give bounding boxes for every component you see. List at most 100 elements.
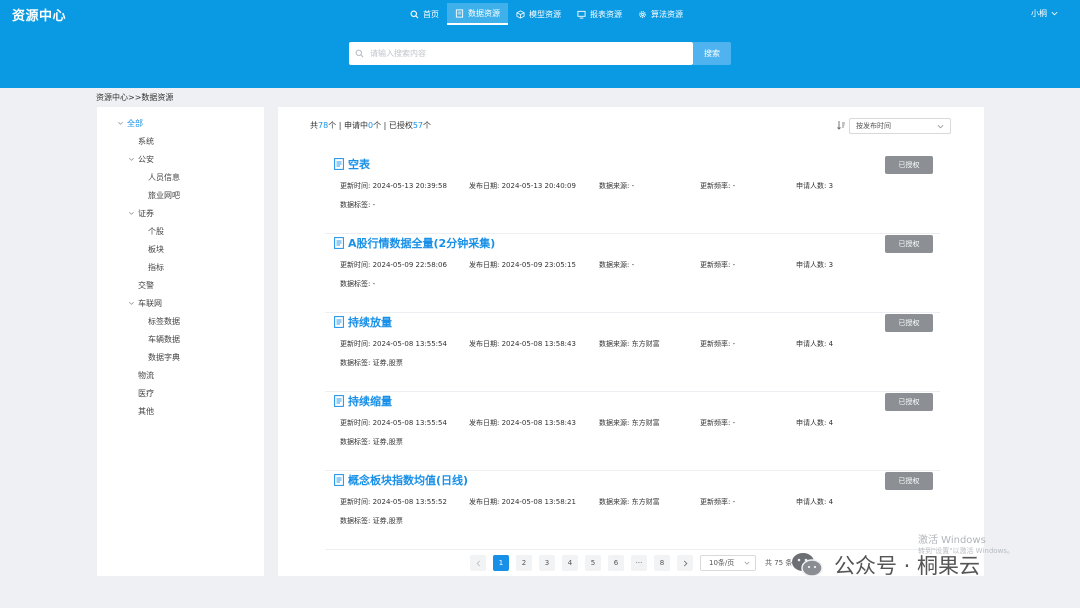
authorized-button[interactable]: 已授权 [885,235,933,253]
frequency-field: 更新频率: - [700,339,735,349]
tree-item-vehicle-data[interactable]: 车辆数据 [148,334,180,345]
tree-item-other[interactable]: 其他 [138,406,154,417]
applicants-value: 4 [828,498,834,506]
nav-label: 首页 [423,9,439,19]
main-nav: 首页 数据资源 模型资源 报表资源 算法资源 [402,3,691,25]
source-value: 东方财富 [631,419,660,427]
applicants-label: 申请人数: [796,182,827,190]
search-icon [355,49,364,58]
applicants-label: 申请人数: [796,498,827,506]
tree-item-securities[interactable]: 证券 [128,208,154,219]
tree-item-tag-data[interactable]: 标签数据 [148,316,180,327]
app-title: 资源中心 [12,9,67,24]
next-page-button[interactable] [677,555,693,571]
tree-label: 其他 [138,407,154,416]
tree-item-logistics[interactable]: 物流 [138,370,154,381]
nav-item-report-resources[interactable]: 报表资源 [569,3,630,25]
resource-title-link[interactable]: A股行情数据全量(2分钟采集) [334,235,495,251]
tags-value: 证券,股票 [372,517,403,525]
resource-item: 概念板块指数均值(日线) 已授权更新时间: 2024-05-08 13:55:52… [325,472,940,550]
tree-item-stocks[interactable]: 个股 [148,226,164,237]
frequency-value: - [732,498,736,506]
cube-icon [516,9,525,19]
page-button[interactable]: 4 [562,555,578,571]
updated-field: 更新时间: 2024-05-08 13:55:52 [340,497,447,507]
tree-item-all[interactable]: 全部 [117,118,143,129]
published-field: 发布日期: 2024-05-08 13:58:43 [469,339,576,349]
page-button[interactable]: 2 [516,555,532,571]
tags-label: 数据标签: [340,359,371,367]
chevron-down-icon [937,124,944,129]
resource-title-link[interactable]: 概念板块指数均值(日线) [334,472,468,488]
tree-label: 人员信息 [148,173,180,182]
applicants-value: 3 [828,261,834,269]
updated-label: 更新时间: [340,261,371,269]
source-value: 东方财富 [631,340,660,348]
prev-page-button[interactable] [470,555,486,571]
tree-item-public-security[interactable]: 公安 [128,154,154,165]
tree-item-traffic-police[interactable]: 交警 [138,280,154,291]
tree-item-hotel-netcafe[interactable]: 旅业网吧 [148,190,180,201]
resource-title-link[interactable]: 空表 [334,156,370,172]
source-value: - [631,182,635,190]
sort-icon[interactable] [836,120,846,130]
nav-item-data-resources[interactable]: 数据资源 [447,3,508,25]
page-button[interactable]: 6 [608,555,624,571]
caret-down-icon [129,211,134,215]
nav-item-model-resources[interactable]: 模型资源 [508,3,569,25]
tree-item-medical[interactable]: 医疗 [138,388,154,399]
authorized-button[interactable]: 已授权 [885,472,933,490]
resource-title-link[interactable]: 持续放量 [334,314,392,330]
wechat-watermark: 公众号 · 桐果云 [790,550,980,580]
page-button[interactable]: 1 [493,555,509,571]
tree-label: 全部 [127,119,143,128]
tree-label: 物流 [138,371,154,380]
tree-item-sectors[interactable]: 板块 [148,244,164,255]
applicants-value: 3 [828,182,834,190]
tree-item-system[interactable]: 系统 [138,136,154,147]
updated-value: 2024-05-08 13:55:54 [372,340,447,348]
published-value: 2024-05-08 13:58:43 [501,340,576,348]
tree-item-indicators[interactable]: 指标 [148,262,164,273]
source-field: 数据来源: 东方财富 [599,497,660,507]
resource-title: 持续缩量 [348,395,392,408]
page-size-select[interactable]: 10条/页 [700,555,756,571]
tags-field: 数据标签: 证券,股票 [340,437,403,447]
authorized-button[interactable]: 已授权 [885,393,933,411]
document-icon [455,8,464,18]
tree-item-data-dictionary[interactable]: 数据字典 [148,352,180,363]
pagination: 1 2 3 4 5 6 ··· 8 10条/页 共 75 条 [470,555,792,571]
frequency-field: 更新频率: - [700,260,735,270]
page-button[interactable]: 5 [585,555,601,571]
page-button[interactable]: 3 [539,555,555,571]
search-box [349,42,693,65]
sort-select[interactable]: 按发布时间 [849,118,951,134]
tree-label: 数据字典 [148,353,180,362]
chevron-left-icon [476,560,480,566]
tree-item-iov[interactable]: 车联网 [128,298,162,309]
user-name: 小桐 [1031,9,1047,18]
tree-label: 证券 [138,209,154,218]
nav-item-home[interactable]: 首页 [402,3,447,25]
updated-label: 更新时间: [340,498,371,506]
resource-title-link[interactable]: 持续缩量 [334,393,392,409]
tags-field: 数据标签: 证券,股票 [340,516,403,526]
search-input[interactable] [370,49,680,58]
applicants-value: 4 [828,419,834,427]
nav-item-algorithm-resources[interactable]: 算法资源 [630,3,691,25]
authorized-button[interactable]: 已授权 [885,314,933,332]
user-menu[interactable]: 小桐 [1031,8,1058,19]
page-ellipsis[interactable]: ··· [631,555,647,571]
resource-item: A股行情数据全量(2分钟采集) 已授权更新时间: 2024-05-09 22:58… [325,235,940,313]
summary-text: 共 [310,121,318,130]
tree-item-person-info[interactable]: 人员信息 [148,172,180,183]
search-button[interactable]: 搜索 [693,42,731,65]
gear-icon [639,10,646,18]
document-icon [334,237,344,249]
tags-label: 数据标签: [340,201,371,209]
authorized-button[interactable]: 已授权 [885,156,933,174]
tree-label: 旅业网吧 [148,191,180,200]
updated-value: 2024-05-09 22:58:06 [372,261,447,269]
updated-value: 2024-05-08 13:55:54 [372,419,447,427]
page-button[interactable]: 8 [654,555,670,571]
